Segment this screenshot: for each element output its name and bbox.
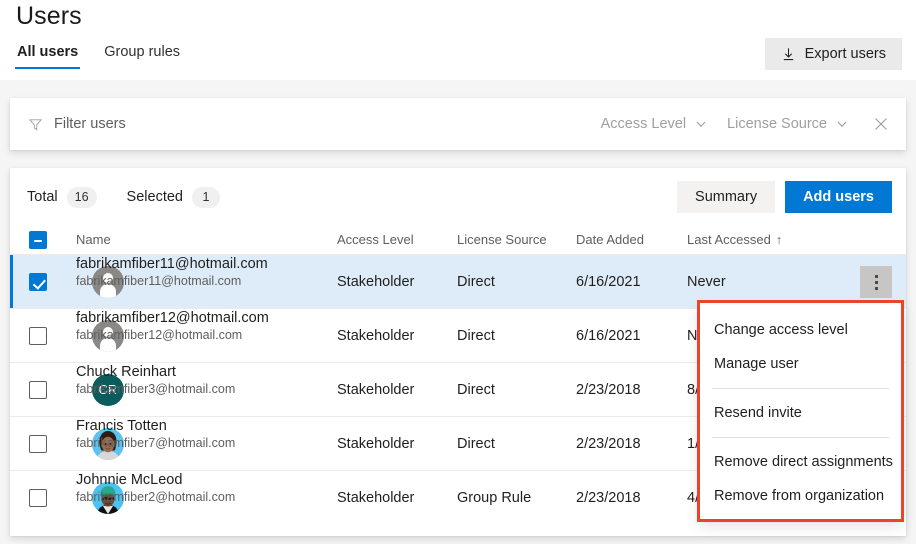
row-checkbox[interactable] — [29, 327, 47, 345]
add-users-button[interactable]: Add users — [785, 181, 892, 213]
context-menu-item[interactable]: Change access level — [700, 313, 901, 347]
row-checkbox-cell — [29, 273, 47, 291]
user-name-cell: Francis Tottenfabrikamfiber7@hotmail.com — [76, 417, 235, 471]
user-name-cell: Chuck Reinhartfabrikamfiber3@hotmail.com — [76, 363, 235, 417]
context-menu-separator — [712, 437, 889, 438]
chevron-down-icon — [836, 118, 848, 130]
total-count: 16 — [67, 187, 97, 208]
column-header-access-level[interactable]: Access Level — [337, 226, 414, 254]
count-group: Total 16 Selected 1 — [27, 168, 220, 226]
column-header-date-added[interactable]: Date Added — [576, 226, 644, 254]
toolbar-actions: Summary Add users — [677, 168, 892, 226]
date-added-cell: 2/23/2018 — [576, 363, 641, 417]
license-source-cell: Group Rule — [457, 471, 531, 525]
row-checkbox-cell — [29, 381, 47, 399]
last-accessed-cell: Never — [687, 255, 726, 309]
user-name-cell: fabrikamfiber12@hotmail.comfabrikamfiber… — [76, 309, 269, 363]
access-level-cell: Stakeholder — [337, 363, 414, 417]
date-added-cell: 2/23/2018 — [576, 417, 641, 471]
license-source-filter[interactable]: License Source — [727, 116, 848, 132]
row-context-menu[interactable]: Change access levelManage user Resend inv… — [700, 303, 901, 519]
user-name-cell: fabrikamfiber11@hotmail.comfabrikamfiber… — [76, 255, 268, 309]
tab-all-users-label: All users — [17, 44, 78, 60]
license-source-cell: Direct — [457, 255, 495, 309]
download-icon — [781, 47, 796, 62]
select-all-checkbox[interactable] — [29, 231, 47, 249]
tab-group-rules[interactable]: Group rules — [102, 44, 182, 69]
selected-count: 1 — [192, 187, 220, 208]
select-all-checkbox-cell — [29, 231, 47, 249]
column-header-name[interactable]: Name — [76, 226, 111, 254]
context-menu-item[interactable]: Manage user — [700, 347, 901, 381]
chevron-down-icon — [695, 118, 707, 130]
user-name-cell: Johnnie McLeodfabrikamfiber2@hotmail.com — [76, 471, 235, 525]
column-header-last-accessed[interactable]: Last Accessed ↑ — [687, 226, 782, 254]
export-users-label: Export users — [805, 46, 886, 62]
row-checkbox[interactable] — [29, 381, 47, 399]
close-icon[interactable] — [874, 117, 888, 131]
access-level-cell: Stakeholder — [337, 471, 414, 525]
filter-controls: Access Level License Source — [601, 98, 894, 150]
license-source-cell: Direct — [457, 309, 495, 363]
user-display-name: Francis Totten — [76, 417, 235, 435]
user-email: fabrikamfiber7@hotmail.com — [76, 435, 235, 452]
user-email: fabrikamfiber2@hotmail.com — [76, 489, 235, 506]
user-display-name: fabrikamfiber11@hotmail.com — [76, 255, 268, 273]
access-level-filter[interactable]: Access Level — [601, 116, 707, 132]
column-header-license-source[interactable]: License Source — [457, 226, 547, 254]
tab-all-users[interactable]: All users — [15, 44, 80, 69]
page-header: Users All users Group rules Export users — [0, 0, 916, 80]
user-email: fabrikamfiber3@hotmail.com — [76, 381, 235, 398]
row-checkbox[interactable] — [29, 435, 47, 453]
tab-bar: All users Group rules — [15, 44, 182, 69]
selected-label: Selected — [127, 189, 183, 205]
summary-button[interactable]: Summary — [677, 181, 775, 213]
date-added-cell: 6/16/2021 — [576, 309, 641, 363]
row-checkbox[interactable] — [29, 273, 47, 291]
export-users-button[interactable]: Export users — [765, 38, 902, 70]
date-added-cell: 2/23/2018 — [576, 471, 641, 525]
context-menu-item[interactable]: Remove from organization — [700, 479, 901, 513]
context-menu-item[interactable]: Resend invite — [700, 396, 901, 430]
user-display-name: fabrikamfiber12@hotmail.com — [76, 309, 269, 327]
access-level-cell: Stakeholder — [337, 417, 414, 471]
user-display-name: Johnnie McLeod — [76, 471, 235, 489]
license-source-cell: Direct — [457, 417, 495, 471]
row-checkbox-cell — [29, 435, 47, 453]
filter-bar: Filter users Access Level License Source — [10, 98, 906, 150]
context-menu-separator — [712, 388, 889, 389]
user-display-name: Chuck Reinhart — [76, 363, 235, 381]
page-title: Users — [16, 2, 82, 31]
table-row[interactable]: fabrikamfiber11@hotmail.comfabrikamfiber… — [10, 254, 906, 308]
total-label: Total — [27, 189, 58, 205]
date-added-cell: 6/16/2021 — [576, 255, 641, 309]
access-level-cell: Stakeholder — [337, 255, 414, 309]
table-header-row: Name Access Level License Source Date Ad… — [10, 226, 906, 254]
sort-ascending-icon: ↑ — [776, 233, 782, 247]
license-source-cell: Direct — [457, 363, 495, 417]
column-header-last-accessed-label: Last Accessed — [687, 232, 771, 247]
tab-group-rules-label: Group rules — [104, 44, 180, 60]
user-email: fabrikamfiber12@hotmail.com — [76, 327, 269, 344]
funnel-icon — [28, 117, 43, 132]
row-more-actions-button[interactable] — [860, 266, 892, 298]
user-email: fabrikamfiber11@hotmail.com — [76, 273, 268, 290]
row-checkbox-cell — [29, 327, 47, 345]
row-checkbox[interactable] — [29, 489, 47, 507]
access-level-cell: Stakeholder — [337, 309, 414, 363]
access-level-filter-label: Access Level — [601, 116, 686, 132]
context-menu-item[interactable]: Remove direct assignments — [700, 445, 901, 479]
filter-users-placeholder: Filter users — [54, 116, 126, 132]
license-source-filter-label: License Source — [727, 116, 827, 132]
list-toolbar: Total 16 Selected 1 Summary Add users — [10, 168, 906, 226]
row-checkbox-cell — [29, 489, 47, 507]
filter-input-group[interactable]: Filter users — [28, 98, 126, 150]
users-page: Users All users Group rules Export users — [0, 0, 916, 544]
